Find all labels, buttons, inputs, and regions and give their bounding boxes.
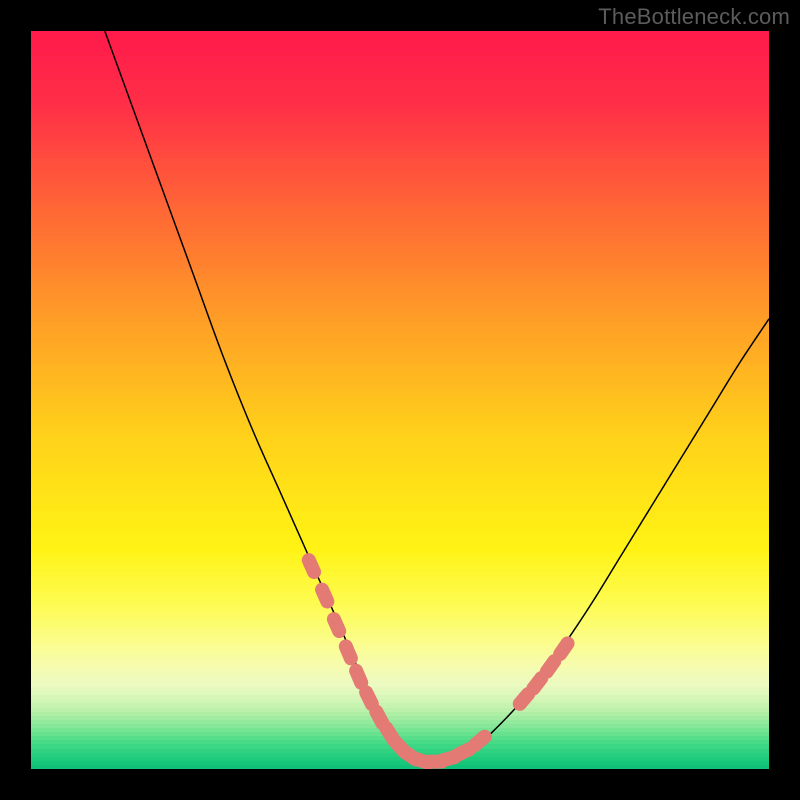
curve-marker (337, 638, 359, 667)
curve-marker (313, 581, 335, 610)
curve-marker (325, 611, 347, 640)
curve-marker (300, 552, 322, 581)
watermark-text: TheBottleneck.com (598, 4, 790, 30)
chart-frame: TheBottleneck.com (0, 0, 800, 800)
chart-svg (31, 31, 769, 769)
bottleneck-curve (105, 31, 769, 762)
plot-area (31, 31, 769, 769)
